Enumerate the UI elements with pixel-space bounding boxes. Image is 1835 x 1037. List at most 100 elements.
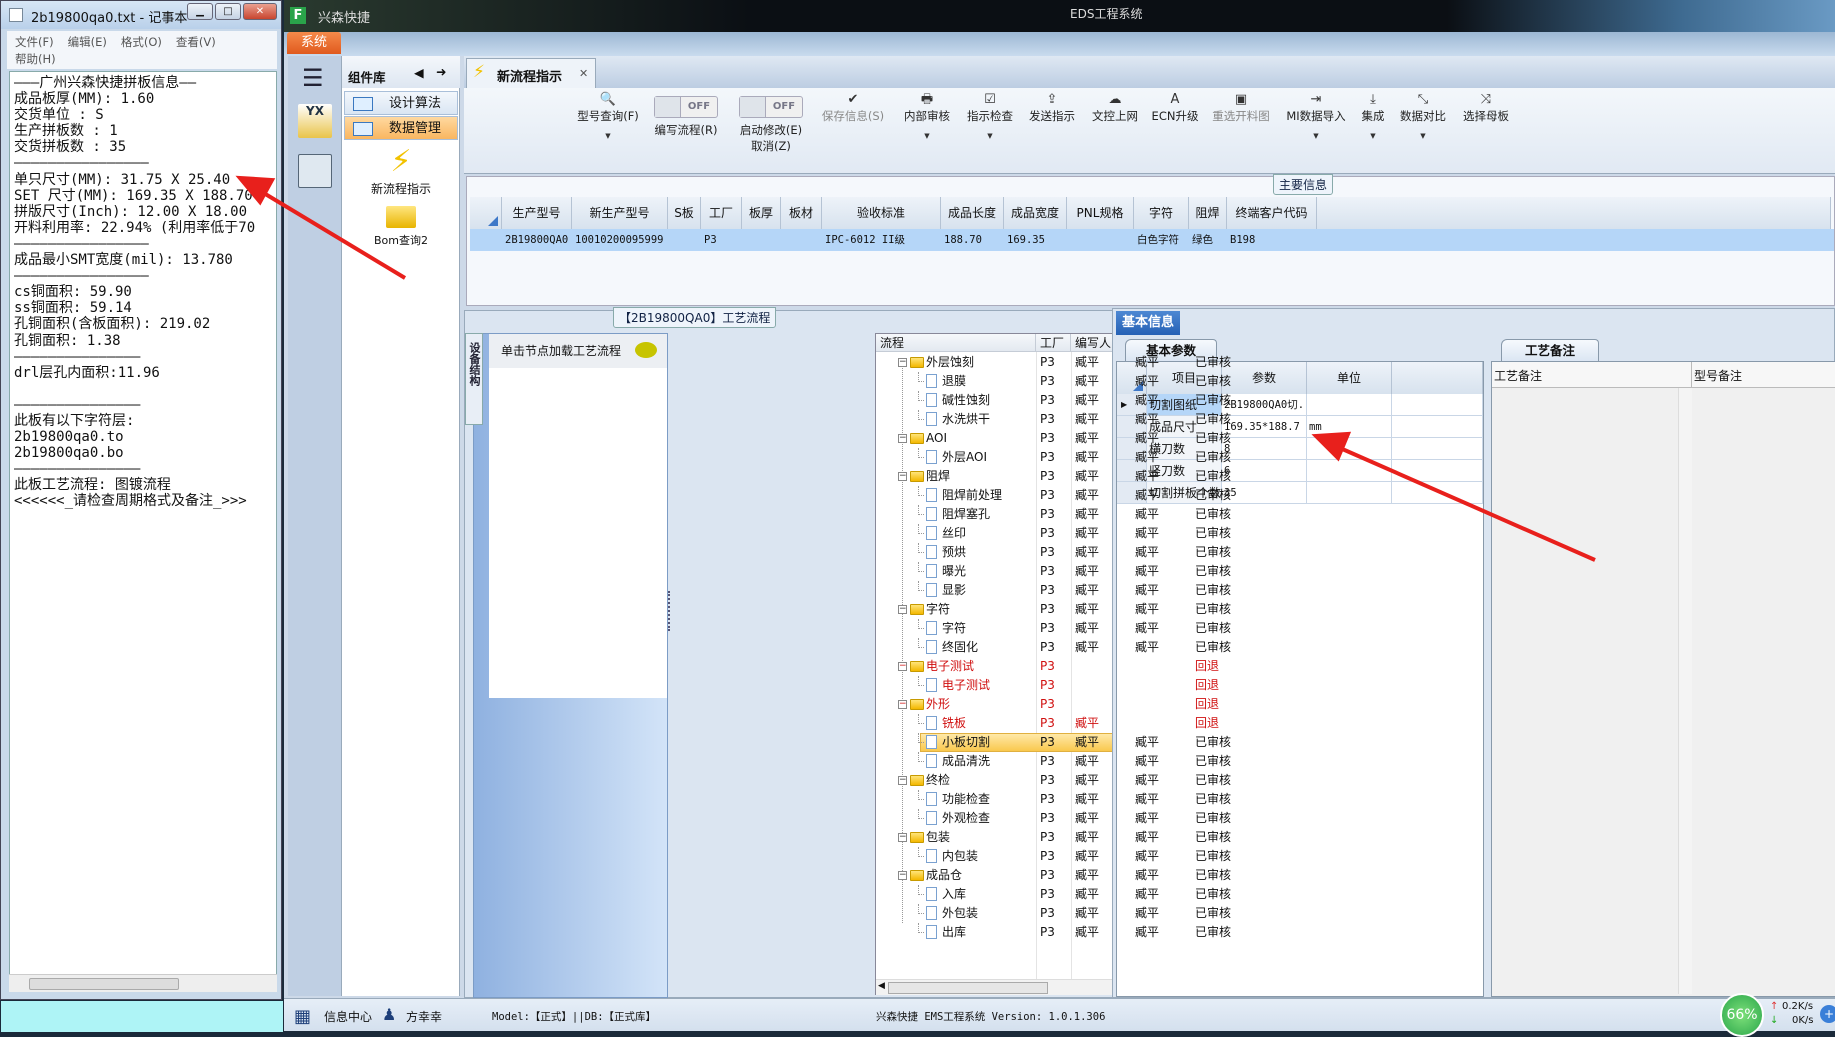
close-button[interactable]: ✕ [243, 3, 277, 20]
notes-scrollbar[interactable] [1678, 388, 1692, 994]
add-icon[interactable]: + [1820, 1005, 1835, 1023]
toolbar-button[interactable]: 🖶 内部审核 ▼ [904, 90, 950, 140]
column-header[interactable]: 成品宽度 [1004, 197, 1067, 229]
toolbar-button[interactable]: ⤡ 数据对比 ▼ [1400, 90, 1446, 140]
toolbar-button[interactable]: ⤨ 选择母板 [1463, 90, 1509, 124]
column-header[interactable]: 成品长度 [941, 197, 1004, 229]
collapse-toggle-icon[interactable]: − [898, 871, 907, 880]
table-cell[interactable] [1307, 394, 1392, 416]
tree-row-step[interactable]: 功能检查 P3 臧平 臧平 已审核 [876, 790, 1276, 809]
tree-row-step[interactable]: 曝光 P3 臧平 臧平 已审核 [876, 562, 1276, 581]
tree-row-step[interactable]: 退膜 P3 臧平 臧平 已审核 [876, 372, 1276, 391]
tab-basic-info[interactable]: 基本信息 [1116, 311, 1180, 335]
collapse-toggle-icon[interactable]: − [898, 700, 907, 709]
column-header[interactable]: 终端客户代码 [1227, 197, 1317, 229]
tree-row-step[interactable]: 小板切割 P3 臧平 臧平 已审核 [876, 733, 1276, 752]
notepad-text-area[interactable]: ———广州兴森快捷拼板信息—— 成品板厚(MM): 1.60 交货单位 : S 生产拼… [9, 71, 277, 976]
tree-row-step[interactable]: 电子测试 P3 回退 [876, 676, 1276, 695]
column-header[interactable]: 生产型号 [502, 197, 572, 229]
collapse-toggle-icon[interactable]: − [898, 776, 907, 785]
collapse-toggle-icon[interactable]: − [898, 472, 907, 481]
column-header[interactable]: S板 [668, 197, 701, 229]
column-header[interactable]: 工厂 [701, 197, 742, 229]
factory-icon[interactable]: YX [298, 104, 332, 138]
tree-row-step[interactable]: 外层AOI P3 臧平 臧平 已审核 [876, 448, 1276, 467]
tree-row-group[interactable]: − 包装 P3 臧平 臧平 已审核 [876, 828, 1276, 847]
chevron-down-icon[interactable]: ▼ [577, 132, 639, 140]
shortcut-new-flow[interactable]: ⚡ 新流程指示 [342, 144, 460, 197]
scroll-left-icon[interactable]: ◀ [878, 981, 885, 991]
table-cell[interactable]: IPC-6012 II级 [822, 229, 941, 251]
collapse-toggle-icon[interactable]: − [898, 833, 907, 842]
calculator-icon[interactable] [298, 154, 332, 188]
tree-row-step[interactable]: 碱性蚀刻 P3 臧平 臧平 已审核 [876, 391, 1276, 410]
toolbar-button[interactable]: 🔍 型号查询(F) ▼ [577, 90, 639, 140]
toggle-switch[interactable]: OFF [739, 96, 803, 118]
column-header[interactable]: 参数 [1222, 362, 1307, 394]
table-cell[interactable]: P3 [701, 229, 742, 251]
tree-row-step[interactable]: 水洗烘干 P3 臧平 臧平 已审核 [876, 410, 1276, 429]
pin-icon[interactable]: ➜ [436, 64, 446, 79]
chevron-down-icon[interactable]: ▼ [1362, 132, 1385, 140]
table-cell[interactable]: 10010200095999 [572, 229, 668, 251]
close-tab-icon[interactable]: ✕ [579, 67, 588, 80]
table-cell[interactable]: 169.35 [1004, 229, 1067, 251]
toolbar-button[interactable]: A ECN升级 [1152, 90, 1199, 124]
notepad-menu-item[interactable]: 查看(V) [176, 35, 216, 49]
collapse-toggle-icon[interactable]: − [898, 434, 907, 443]
toolbar-button[interactable]: ⇥ MI数据导入 ▼ [1286, 90, 1345, 140]
tree-row-step[interactable]: 出库 P3 臧平 臧平 已审核 [876, 923, 1276, 942]
table-cell[interactable]: 35 [1222, 482, 1307, 504]
table-cell[interactable]: 188.70 [941, 229, 1004, 251]
collapse-left-icon[interactable]: ◀ [414, 65, 424, 80]
tree-row-group[interactable]: − 外层蚀刻 P3 臧平 臧平 已审核 [876, 353, 1276, 372]
tree-row-step[interactable]: 外观检查 P3 臧平 臧平 已审核 [876, 809, 1276, 828]
table-cell[interactable]: 169.35*188.7 [1222, 416, 1307, 438]
tree-row-group[interactable]: − 终检 P3 臧平 臧平 已审核 [876, 771, 1276, 790]
tree-row-step[interactable]: 丝印 P3 臧平 臧平 已审核 [876, 524, 1276, 543]
system-menu-button[interactable]: 系统 [287, 32, 341, 54]
tree-column-header[interactable]: 工厂 [1036, 334, 1071, 352]
table-cell[interactable]: 8 [1222, 438, 1307, 460]
tree-row-step[interactable]: 铣板 P3 臧平 回退 [876, 714, 1276, 733]
tree-row-group[interactable]: − 外形 P3 回退 [876, 695, 1276, 714]
tree-column-header[interactable]: 流程 [876, 334, 1036, 352]
collapse-toggle-icon[interactable]: − [898, 605, 907, 614]
grid-corner[interactable] [470, 197, 502, 229]
tree-row-group[interactable]: − 成品仓 P3 臧平 臧平 已审核 [876, 866, 1276, 885]
toggle-switch[interactable]: OFF [654, 96, 718, 118]
comp-item-design-algorithm[interactable]: 设计算法 [344, 91, 458, 115]
toolbar-button[interactable]: ⤓ 集成 ▼ [1362, 90, 1385, 140]
tree-row-step[interactable]: 入库 P3 臧平 臧平 已审核 [876, 885, 1276, 904]
tree-row-step[interactable]: 外包装 P3 臧平 臧平 已审核 [876, 904, 1276, 923]
table-cell[interactable]: 6 [1222, 460, 1307, 482]
column-header[interactable]: 阻焊 [1189, 197, 1227, 229]
column-header[interactable]: 新生产型号 [572, 197, 668, 229]
tree-row-group[interactable]: − 阻焊 P3 臧平 臧平 已审核 [876, 467, 1276, 486]
table-cell[interactable] [1307, 460, 1392, 482]
chevron-down-icon[interactable]: ▼ [1286, 132, 1345, 140]
tab-equipment-structure[interactable]: 设备结构 [465, 333, 483, 425]
tree-row-step[interactable]: 内包装 P3 臧平 臧平 已审核 [876, 847, 1276, 866]
chevron-down-icon[interactable]: ▼ [1400, 132, 1446, 140]
table-cell[interactable]: 白色字符 [1134, 229, 1189, 251]
info-center-link[interactable]: 信息中心 [324, 1008, 372, 1025]
toolbar-button[interactable]: ☁ 文控上网 [1092, 90, 1138, 124]
notepad-horizontal-scrollbar[interactable] [9, 974, 277, 992]
column-header[interactable]: 单位 [1307, 362, 1392, 394]
column-header[interactable]: PNL规格 [1067, 197, 1134, 229]
grid-apps-icon[interactable]: ▦ [294, 1006, 311, 1027]
collapse-toggle-icon[interactable]: − [898, 662, 907, 671]
column-header[interactable]: 板厚 [742, 197, 781, 229]
tree-row-step[interactable]: 终固化 P3 臧平 臧平 已审核 [876, 638, 1276, 657]
notepad-menu-item[interactable]: 格式(O) [121, 35, 162, 49]
toolbar-button[interactable]: ⇪ 发送指示 [1029, 90, 1075, 124]
notepad-menu-item[interactable]: 编辑(E) [68, 35, 107, 49]
tree-row-step[interactable]: 字符 P3 臧平 臧平 已审核 [876, 619, 1276, 638]
toolbar-button[interactable]: ☑ 指示检查 ▼ [967, 90, 1013, 140]
table-cell[interactable]: mm [1307, 416, 1392, 438]
column-header[interactable]: 验收标准 [822, 197, 941, 229]
toolbar-button[interactable]: ▣ 重选开料图 [1212, 90, 1270, 124]
tree-row-step[interactable]: 显影 P3 臧平 臧平 已审核 [876, 581, 1276, 600]
tree-row-step[interactable]: 预烘 P3 臧平 臧平 已审核 [876, 543, 1276, 562]
